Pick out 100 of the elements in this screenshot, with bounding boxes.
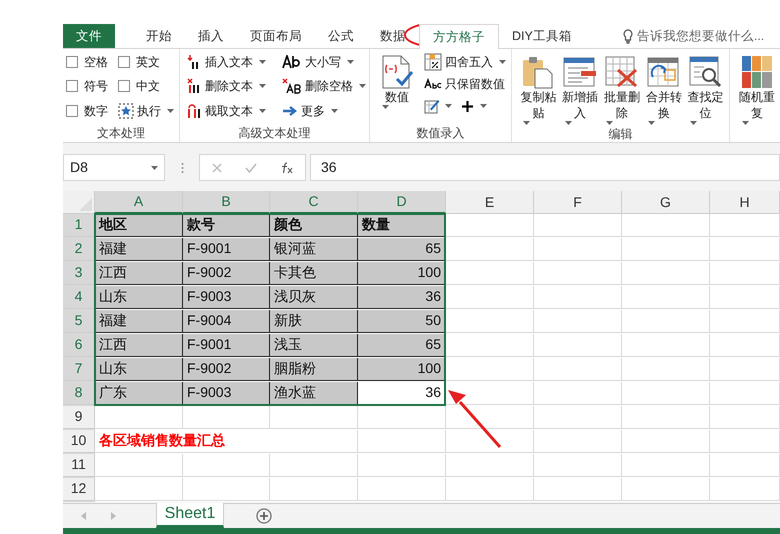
grid-cell[interactable] <box>446 478 534 500</box>
tell-me-search[interactable]: 告诉我您想要做什么... <box>636 26 764 46</box>
grid-cell[interactable] <box>622 286 710 308</box>
grid-cell[interactable]: 福建 <box>95 238 183 260</box>
row-header[interactable]: 1 <box>63 214 95 236</box>
grid-cell[interactable] <box>183 406 270 428</box>
scroll-right-icon[interactable] <box>111 512 116 520</box>
column-header[interactable]: H <box>710 191 780 214</box>
grid-cell[interactable]: 山东 <box>95 286 183 308</box>
grid-cell[interactable]: F-9004 <box>183 310 270 332</box>
grid-cell[interactable] <box>710 406 780 428</box>
grid-cell[interactable]: 50 <box>358 310 446 332</box>
grid-cell[interactable]: F-9001 <box>183 238 270 260</box>
row-header[interactable]: 9 <box>63 406 95 428</box>
column-header[interactable]: E <box>446 191 534 214</box>
grid-cell[interactable]: F-9003 <box>183 382 270 404</box>
grid-cell[interactable] <box>534 334 622 356</box>
grid-cell[interactable] <box>622 406 710 428</box>
grid-cell[interactable]: 65 <box>358 238 446 260</box>
grid-cell[interactable] <box>622 262 710 284</box>
file-tab[interactable]: 文件 <box>63 24 115 48</box>
grid-cell[interactable] <box>534 358 622 380</box>
ribbon-button[interactable]: 数值 <box>376 51 418 124</box>
ribbon-button[interactable]: 批量删除 <box>602 51 642 125</box>
grid-cell[interactable]: 36 <box>358 286 446 308</box>
grid-cell[interactable]: 新肤 <box>270 310 358 332</box>
grid-cell[interactable]: 山东 <box>95 358 183 380</box>
grid-cell[interactable] <box>446 262 534 284</box>
grid-cell[interactable] <box>183 478 270 500</box>
grid-cell[interactable] <box>534 262 622 284</box>
grid-cell[interactable]: 江西 <box>95 262 183 284</box>
grid-cell[interactable] <box>534 310 622 332</box>
grid-cell[interactable] <box>710 262 780 284</box>
formula-input[interactable]: 36 <box>310 154 780 181</box>
grid-cell[interactable]: 胭脂粉 <box>270 358 358 380</box>
grid-cell[interactable]: 地区 <box>95 214 183 236</box>
grid-cell[interactable] <box>534 406 622 428</box>
grid-cell[interactable] <box>710 214 780 236</box>
grid-cell[interactable]: F-9003 <box>183 286 270 308</box>
grid-cell[interactable]: 款号 <box>183 214 270 236</box>
ribbon-button[interactable]: 随机重复 <box>736 51 778 142</box>
grid-cell[interactable] <box>710 382 780 404</box>
row-header[interactable]: 11 <box>63 454 95 476</box>
ribbon-button[interactable]: 大小写 <box>282 51 366 73</box>
column-header[interactable]: D <box>358 191 446 214</box>
grid-cell[interactable] <box>446 358 534 380</box>
grid-cell[interactable] <box>534 238 622 260</box>
grid-cell[interactable] <box>358 478 446 500</box>
ribbon-button[interactable]: 执行 <box>118 100 174 122</box>
ribbon-button[interactable]: 新增插入 <box>560 51 601 125</box>
sheet-tab[interactable]: Sheet1 <box>156 503 224 528</box>
grid-cell[interactable] <box>710 430 780 452</box>
row-header[interactable]: 6 <box>63 334 95 356</box>
grid-cell[interactable] <box>622 214 710 236</box>
cancel-icon[interactable] <box>212 162 222 172</box>
column-header[interactable]: C <box>270 191 358 214</box>
grid-cell[interactable] <box>446 406 534 428</box>
grid-cell[interactable] <box>622 430 710 452</box>
checkbox[interactable]: 英文 <box>118 51 174 73</box>
checkbox[interactable]: 空格 <box>66 51 108 73</box>
grid-cell[interactable] <box>710 454 780 476</box>
grid-cell[interactable] <box>534 454 622 476</box>
grid-cell[interactable] <box>95 454 183 476</box>
ribbon-button[interactable]: 删除空格 <box>282 75 366 98</box>
row-header[interactable]: 8 <box>63 382 95 404</box>
ribbon-button[interactable]: 截取文本 <box>186 100 266 122</box>
grid-cell[interactable]: 100 <box>358 358 446 380</box>
grid-cell[interactable] <box>534 478 622 500</box>
grid-cell[interactable] <box>710 478 780 500</box>
grid-cell[interactable] <box>534 214 622 236</box>
column-header[interactable]: G <box>622 191 710 214</box>
row-header[interactable]: 2 <box>63 238 95 260</box>
grid-cell[interactable]: 各区域销售数量汇总 <box>95 430 358 452</box>
grid-cell[interactable] <box>446 310 534 332</box>
row-header[interactable]: 7 <box>63 358 95 380</box>
ribbon-button[interactable]: 合并转换 <box>643 51 684 125</box>
grid-cell[interactable]: F-9001 <box>183 334 270 356</box>
grid-cell[interactable]: 颜色 <box>270 214 358 236</box>
add-sheet-icon[interactable] <box>256 508 272 524</box>
ribbon-tab[interactable]: 开始 <box>133 24 185 48</box>
ribbon-tab[interactable]: 公式 <box>315 24 367 48</box>
row-header[interactable]: 5 <box>63 310 95 332</box>
grid-cell[interactable] <box>622 310 710 332</box>
grid-cell[interactable] <box>622 358 710 380</box>
grid-cell[interactable] <box>446 430 534 452</box>
grid-cell[interactable] <box>95 406 183 428</box>
ribbon-tab[interactable]: 数据 <box>367 24 419 48</box>
grid-cell[interactable] <box>95 478 183 500</box>
ribbon-button[interactable]: 四舍五入 <box>424 51 506 73</box>
drag-handle-icon[interactable] <box>180 162 184 174</box>
grid-cell[interactable]: 渔水蓝 <box>270 382 358 404</box>
grid-cell[interactable] <box>270 478 358 500</box>
ribbon-button[interactable]: 更多 <box>282 100 366 122</box>
grid-cell[interactable] <box>534 382 622 404</box>
row-header[interactable]: 4 <box>63 286 95 308</box>
ribbon-tab[interactable]: 插入 <box>185 24 237 48</box>
grid-cell[interactable]: 数量 <box>358 214 446 236</box>
column-header[interactable]: A <box>95 191 183 214</box>
name-box[interactable]: D8 <box>63 154 165 181</box>
checkmark-icon[interactable] <box>244 162 256 172</box>
